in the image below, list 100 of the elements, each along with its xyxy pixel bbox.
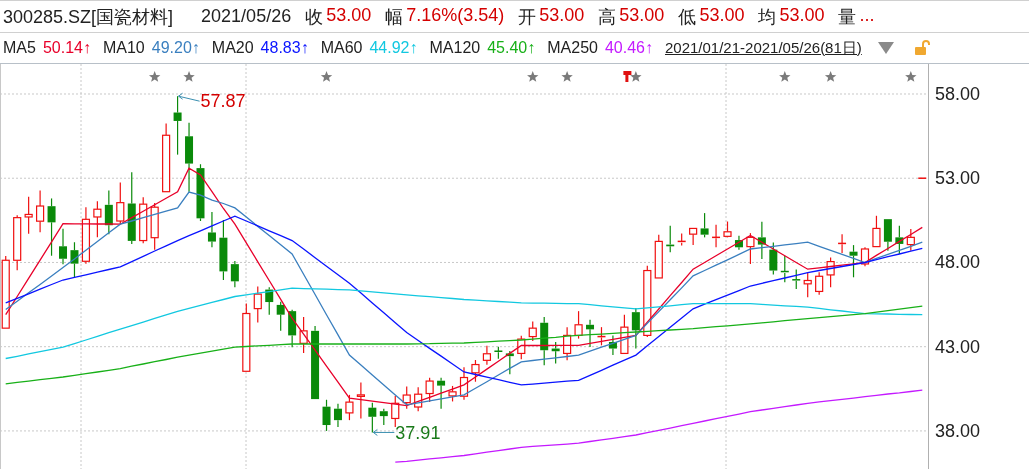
candlestick: [70, 241, 79, 279]
candlestick: [471, 359, 480, 383]
field-value: 7.16%(3.54): [406, 4, 505, 27]
candlestick: [734, 235, 743, 251]
candlestick: [437, 377, 446, 410]
candlestick: [36, 189, 45, 233]
star-icon: [527, 71, 539, 82]
field-label: 高: [598, 5, 617, 29]
candlestick: [826, 256, 835, 288]
field-label: 收: [305, 5, 324, 29]
candlestick: [815, 271, 824, 296]
candlestick: [459, 366, 469, 401]
candlestick: [723, 220, 732, 238]
star-icon: [561, 71, 573, 82]
candlestick: [368, 402, 377, 434]
candlestick: [59, 228, 67, 265]
candlestick: [883, 218, 892, 252]
candlestick: [849, 244, 858, 278]
marker-icon: [623, 71, 632, 82]
candlestick: [345, 394, 354, 421]
indicator-value: 44.92↑: [369, 39, 418, 57]
indicator-label: MA20: [211, 39, 254, 57]
candlestick: [356, 381, 365, 420]
candlestick: [334, 403, 342, 428]
candlestick: [242, 302, 251, 372]
star-icon: [148, 71, 161, 82]
star-icon: [630, 71, 642, 82]
candlestick: [322, 399, 331, 432]
candlestick: [872, 215, 881, 248]
candlestick: [608, 334, 617, 356]
axis-tick-label: 43.00: [935, 336, 981, 357]
candlestick: [620, 314, 629, 355]
axis-tick-label: 38.00: [935, 420, 981, 441]
axis-tick-label: 53.00: [935, 168, 981, 189]
field-label: 开: [518, 5, 537, 29]
candlestick: [13, 214, 22, 271]
candlestick: [265, 286, 274, 316]
indicator-value: 45.40↑: [487, 39, 536, 57]
candlestick: [116, 182, 125, 225]
candlestick: [654, 234, 663, 279]
candlestick: [803, 272, 812, 298]
candlestick: [253, 285, 262, 324]
indicator-label: MA10: [102, 39, 145, 57]
candlestick: [689, 227, 698, 246]
candlestick: [700, 212, 709, 238]
star-icon: [779, 71, 791, 82]
candlestick: [711, 224, 721, 248]
candlestick: [746, 232, 755, 265]
candlestick: [791, 268, 801, 290]
candlestick: [288, 309, 297, 348]
indicator-label: MA120: [429, 39, 481, 57]
field-value: 53.00: [699, 4, 745, 27]
stock-title: 300285.SZ[国瓷材料]: [3, 5, 174, 29]
field-label: 低: [678, 5, 697, 29]
candlestick: [391, 395, 400, 428]
candlestick: [631, 307, 640, 350]
indicator-label: MA60: [320, 39, 363, 57]
candlestick: [299, 316, 308, 354]
candlestick: [185, 122, 194, 193]
candlestick: [482, 345, 491, 366]
candlestick: [379, 408, 388, 426]
candlestick: [574, 310, 583, 340]
candlestick: [517, 335, 526, 360]
candlestick: [540, 316, 549, 366]
field-value: 53.00: [539, 4, 585, 27]
field-value: ...: [859, 4, 875, 27]
candlestick: [162, 122, 171, 193]
candlestick: [448, 385, 457, 403]
candlestick: [917, 177, 927, 179]
price-label: 37.91: [395, 423, 441, 444]
candlestick: [150, 202, 159, 251]
candlestick: [173, 95, 182, 156]
candlestick: [81, 206, 91, 265]
indicator-label: MA250: [547, 39, 598, 57]
star-icon: [320, 71, 333, 82]
candlestick: [219, 219, 228, 281]
candlestick: [563, 326, 572, 361]
candlestick: [757, 221, 766, 260]
indicator-label: MA5: [3, 39, 36, 57]
leader-line: [178, 92, 201, 102]
star-icon: [183, 71, 195, 82]
date-range-link[interactable]: 2021/01/21-2021/05/26(81日): [665, 38, 862, 58]
indicator-value: 49.20↑: [151, 39, 200, 57]
candlestick: [104, 189, 113, 235]
candlestick: [276, 301, 285, 332]
candlestick: [47, 197, 56, 257]
axis-tick-label: 48.00: [935, 252, 981, 273]
candlestick: [425, 377, 434, 403]
candlestick: [414, 386, 423, 412]
field-value: 53.00: [326, 4, 372, 27]
price-label: 57.87: [200, 91, 246, 112]
candlestick: [551, 341, 560, 365]
padlock-icon[interactable]: [913, 40, 930, 56]
star-icon: [824, 71, 837, 82]
candlestick: [528, 320, 537, 342]
dropdown-icon[interactable]: [877, 41, 894, 55]
field-value: 53.00: [779, 4, 825, 27]
field-label: 量: [838, 5, 857, 29]
candlestick: [139, 196, 148, 244]
leader-line: [372, 428, 395, 436]
